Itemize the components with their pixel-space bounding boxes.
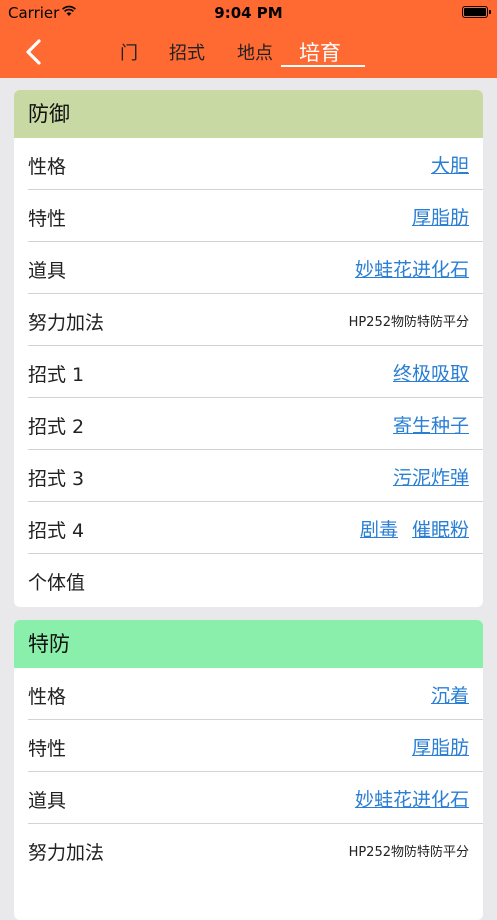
- row-ev-spread: 努力加法 HP252物防特防平分: [28, 294, 483, 346]
- ability-link[interactable]: 厚脂肪: [412, 203, 469, 230]
- row-ivs: 个体值: [28, 554, 483, 606]
- card-title: 防御: [14, 90, 483, 138]
- tab-breeding[interactable]: 培育: [299, 37, 341, 67]
- move-link[interactable]: 终极吸取: [393, 359, 469, 386]
- row-ability: 特性 厚脂肪: [28, 190, 483, 242]
- row-label: 个体值: [28, 572, 86, 594]
- nature-link[interactable]: 大胆: [431, 151, 469, 178]
- tab-locations[interactable]: 地点: [237, 39, 273, 65]
- row-item: 道具 妙蛙花进化石: [28, 772, 483, 824]
- row-nature: 性格 沉着: [28, 668, 483, 720]
- status-time: 9:04 PM: [214, 4, 283, 22]
- tab-moves[interactable]: 招式: [169, 39, 205, 65]
- ev-spread-value: HP252物防特防平分: [348, 845, 469, 860]
- row-move-4: 招式 4 剧毒 催眠粉: [28, 502, 483, 554]
- move-link[interactable]: 寄生种子: [393, 411, 469, 438]
- tab-partial[interactable]: 门: [118, 39, 138, 65]
- row-label: 性格: [28, 686, 67, 708]
- build-card-defense: 防御 性格 大胆 特性 厚脂肪 道具 妙蛙花进化石 努力加法 HP252物防特防…: [14, 90, 483, 607]
- item-link[interactable]: 妙蛙花进化石: [355, 785, 469, 812]
- row-label: 招式 2: [28, 416, 85, 438]
- row-label: 道具: [28, 790, 67, 812]
- row-ev-spread: 努力加法 HP252物防特防平分: [28, 824, 483, 876]
- row-move-3: 招式 3 污泥炸弹: [28, 450, 483, 502]
- item-link[interactable]: 妙蛙花进化石: [355, 255, 469, 282]
- ev-spread-value: HP252物防特防平分: [348, 315, 469, 330]
- row-label: 招式 1: [28, 364, 85, 386]
- row-nature: 性格 大胆: [28, 138, 483, 190]
- row-item: 道具 妙蛙花进化石: [28, 242, 483, 294]
- row-label: 特性: [28, 208, 67, 230]
- card-title: 特防: [14, 620, 483, 668]
- row-move-1: 招式 1 终极吸取: [28, 346, 483, 398]
- row-label: 特性: [28, 738, 67, 760]
- row-label: 努力加法: [28, 312, 105, 334]
- row-label: 努力加法: [28, 842, 105, 864]
- row-label: 招式 4: [28, 520, 85, 542]
- build-card-special-defense: 特防 性格 沉着 特性 厚脂肪 道具 妙蛙花进化石 努力加法 HP252物防特防…: [14, 620, 483, 920]
- row-move-2: 招式 2 寄生种子: [28, 398, 483, 450]
- move-link[interactable]: 催眠粉: [412, 515, 469, 542]
- active-tab-indicator: [281, 65, 365, 67]
- battery-icon: [462, 6, 491, 18]
- row-label: 道具: [28, 260, 67, 282]
- ability-link[interactable]: 厚脂肪: [412, 733, 469, 760]
- row-label: 招式 3: [28, 468, 85, 490]
- status-bar: Carrier 9:04 PM: [0, 0, 497, 26]
- row-ability: 特性 厚脂肪: [28, 720, 483, 772]
- move-link[interactable]: 污泥炸弹: [393, 463, 469, 490]
- nav-bar: 门 招式 地点 培育: [0, 26, 497, 78]
- tab-strip: 门 招式 地点 培育: [0, 26, 497, 78]
- move-link[interactable]: 剧毒: [360, 515, 398, 542]
- nature-link[interactable]: 沉着: [431, 681, 469, 708]
- row-label: 性格: [28, 156, 67, 178]
